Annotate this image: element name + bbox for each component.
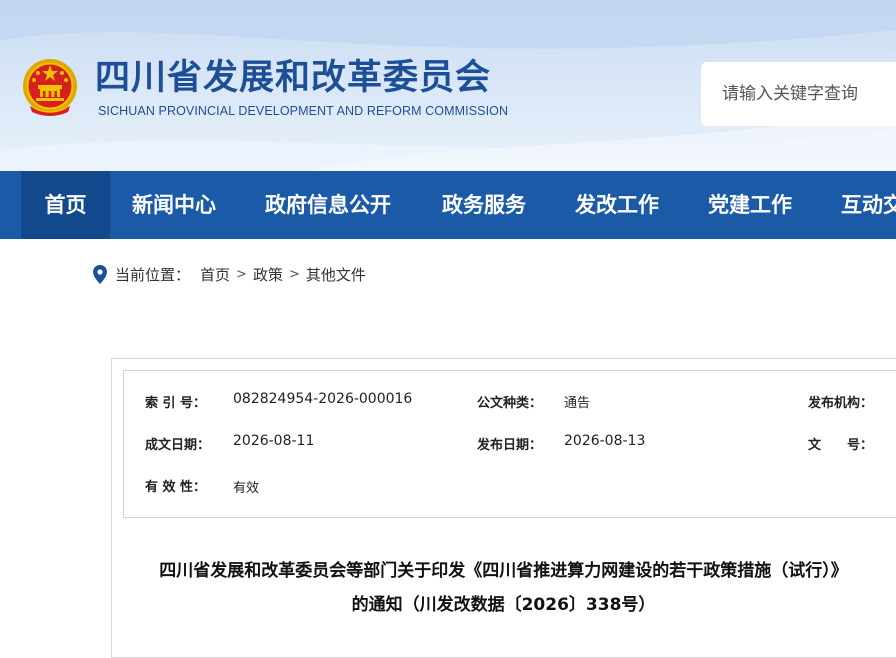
created-date-value: 2026-08-11 <box>233 433 315 449</box>
location-pin-icon <box>93 264 107 284</box>
document-title: 四川省发展和改革委员会等部门关于印发《四川省推进算力网建设的若干政策措施（试行）… <box>111 554 896 622</box>
document-number-label: 文 号： <box>808 438 874 453</box>
document-title-line1: 四川省发展和改革委员会等部门关于印发《四川省推进算力网建设的若干政策措施（试行）… <box>159 561 848 581</box>
doc-type-label: 公文种类： <box>477 396 543 411</box>
breadcrumb-label: 当前位置： <box>115 265 191 284</box>
breadcrumb-home[interactable]: 首页 <box>200 264 230 285</box>
nav-item-home[interactable]: 首页 <box>21 171 110 239</box>
main-nav: 首页 新闻中心 政府信息公开 政务服务 发改工作 党建工作 互动交 <box>0 171 896 239</box>
breadcrumb-other-docs[interactable]: 其他文件 <box>306 264 366 285</box>
index-number-value: 082824954-2026-000016 <box>233 391 413 407</box>
index-number-label: 索 引 号： <box>145 396 207 411</box>
validity-value: 有效 <box>233 481 260 496</box>
search-box <box>701 62 896 126</box>
national-emblem-icon <box>23 59 77 116</box>
site-header: 四川省发展和改革委员会 SICHUAN PROVINCIAL DEVELOPME… <box>0 0 896 171</box>
breadcrumb: 当前位置： 首页 > 政策 > 其他文件 <box>93 263 366 285</box>
created-date-label: 成文日期： <box>145 438 211 453</box>
site-subtitle: SICHUAN PROVINCIAL DEVELOPMENT AND REFOR… <box>98 104 509 118</box>
nav-item-news[interactable]: 新闻中心 <box>132 171 216 239</box>
nav-item-work[interactable]: 发改工作 <box>575 171 659 239</box>
site-title: 四川省发展和改革委员会 <box>95 58 492 98</box>
published-date-label: 发布日期： <box>477 438 543 453</box>
nav-item-services[interactable]: 政务服务 <box>442 171 526 239</box>
publishing-org-label: 发布机构： <box>808 396 874 411</box>
published-date-value: 2026-08-13 <box>564 433 646 449</box>
search-input[interactable] <box>701 62 896 126</box>
breadcrumb-separator: > <box>236 266 247 282</box>
nav-item-gov-info[interactable]: 政府信息公开 <box>265 171 391 239</box>
breadcrumb-policy[interactable]: 政策 <box>253 264 283 285</box>
doc-type-value: 通告 <box>564 396 591 411</box>
document-title-line2: 的通知（川发改数据〔2026〕338号） <box>351 595 656 615</box>
breadcrumb-separator: > <box>288 266 300 282</box>
nav-item-party[interactable]: 党建工作 <box>708 171 792 239</box>
validity-label: 有 效 性： <box>145 480 207 495</box>
nav-item-interaction[interactable]: 互动交 <box>841 171 896 239</box>
